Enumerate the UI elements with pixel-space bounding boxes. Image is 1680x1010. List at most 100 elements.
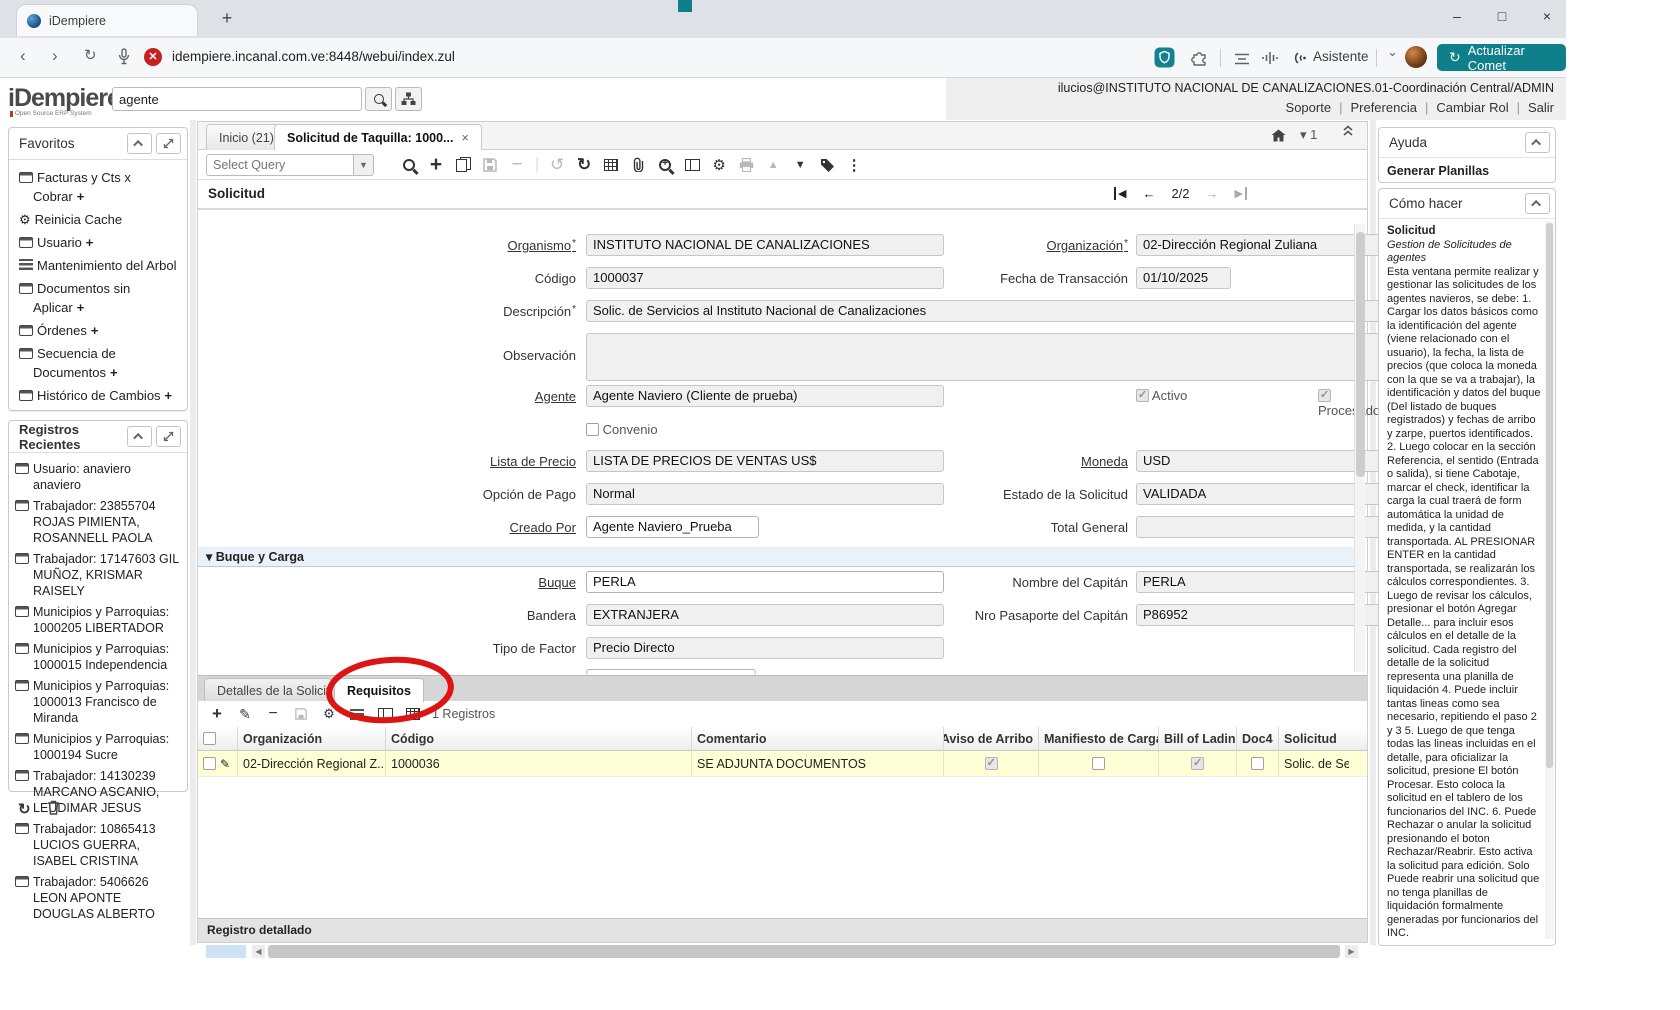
new-record-plus-icon[interactable]: + xyxy=(77,300,85,315)
help-scrollbar[interactable] xyxy=(1545,221,1554,939)
detail-edit-button[interactable]: ✎ xyxy=(236,706,254,723)
parent-record-button[interactable]: ▲ xyxy=(764,159,782,171)
column-header[interactable]: Comentario xyxy=(692,727,944,751)
window-minimize-button[interactable]: – xyxy=(1442,8,1472,24)
favorite-item[interactable]: Secuencia de Documentos+ xyxy=(17,342,183,384)
recent-collapse-button[interactable] xyxy=(127,426,152,447)
recent-record-item[interactable]: Trabajador: 17147603 GIL MUÑOZ, KRISMAR … xyxy=(15,549,183,602)
new-record-plus-icon[interactable]: + xyxy=(110,365,118,380)
column-header[interactable]: Organización xyxy=(238,727,386,751)
previous-record-button[interactable]: ← xyxy=(1142,186,1155,201)
global-search-input[interactable] xyxy=(112,87,362,111)
reload-button[interactable]: ↻ xyxy=(84,46,97,64)
horizontal-scrollbar[interactable]: ◀ ▶ xyxy=(206,945,1358,959)
organismo-label[interactable]: Organismo xyxy=(406,238,576,253)
site-security-error-icon[interactable]: ✕ xyxy=(144,48,162,66)
new-record-plus-icon[interactable]: + xyxy=(86,235,94,250)
refresh-button[interactable]: ↻ xyxy=(18,800,31,820)
chevron-down-icon[interactable]: ⌄ xyxy=(1387,44,1398,60)
registro-detallado-bar[interactable]: Registro detallado xyxy=(198,918,1367,942)
detail-delete-button[interactable]: − xyxy=(264,705,282,723)
search-button[interactable] xyxy=(365,87,392,111)
first-record-button[interactable]: ◀ xyxy=(1114,187,1126,200)
recent-record-item[interactable]: Municipios y Parroquias: 1000013 Francis… xyxy=(15,676,183,729)
agente-label[interactable]: Agente xyxy=(406,389,576,404)
grid-toggle-button[interactable] xyxy=(602,159,620,171)
query-dropdown-button[interactable]: ▼ xyxy=(354,154,374,176)
collapse-all-tabs-icon[interactable] xyxy=(1342,124,1354,139)
select-all-checkbox[interactable] xyxy=(203,732,216,745)
detail-process-button[interactable]: ⚙ xyxy=(320,706,338,722)
favorite-item[interactable]: Documentos sin Aplicar+ xyxy=(17,277,183,319)
privacy-shield-icon[interactable] xyxy=(1154,47,1175,73)
row-select-checkbox[interactable] xyxy=(203,757,216,770)
back-button[interactable]: ‹ xyxy=(20,46,26,66)
recent-record-item[interactable]: Municipios y Parroquias: 1000015 Indepen… xyxy=(15,639,183,676)
favorites-collapse-button[interactable] xyxy=(127,133,152,154)
column-header[interactable]: Doc4 xyxy=(1237,727,1279,751)
scrollbar-thumb[interactable] xyxy=(1356,232,1365,477)
detail-rows-button[interactable] xyxy=(348,709,366,720)
new-record-plus-icon[interactable]: + xyxy=(165,388,173,403)
buque-label[interactable]: Buque xyxy=(406,575,576,590)
update-comet-button[interactable]: ↻ Actualizar Comet xyxy=(1437,44,1566,71)
scroll-right-arrow[interactable]: ▶ xyxy=(1345,945,1358,958)
recent-record-item[interactable]: Trabajador: 23855704 ROJAS PIMIENTA, ROS… xyxy=(15,496,183,549)
detail-new-button[interactable]: + xyxy=(208,704,226,724)
creado-por-label[interactable]: Creado Por xyxy=(406,520,576,535)
requery-button[interactable]: ↻ xyxy=(575,155,593,175)
select-query-combobox[interactable] xyxy=(206,154,354,176)
last-record-button[interactable]: ▶ xyxy=(1235,187,1247,200)
close-icon[interactable]: × xyxy=(461,131,468,145)
zoom-across-button[interactable] xyxy=(656,159,674,171)
favorite-item[interactable]: Histórico de Cambios+ xyxy=(17,384,183,407)
codigo-field[interactable]: 1000037 xyxy=(586,267,944,289)
browser-tab[interactable]: iDempiere xyxy=(16,4,198,36)
bandera-field[interactable]: EXTRANJERA xyxy=(586,604,944,626)
url-text[interactable]: idempiere.incanal.com.ve:8448/webui/inde… xyxy=(172,49,455,64)
new-record-plus-icon[interactable]: + xyxy=(91,323,99,338)
agente-field[interactable]: Agente Naviero (Cliente de prueba) xyxy=(586,385,944,407)
fecha-field[interactable]: 01/10/2025 xyxy=(1136,267,1231,289)
column-header[interactable]: Manifiesto de Carga xyxy=(1039,727,1159,751)
column-header[interactable]: Código xyxy=(386,727,692,751)
table-row[interactable]: ✎ 02-Dirección Regional Z... 1000036 SE … xyxy=(198,751,1367,777)
ayuda-collapse-button[interactable] xyxy=(1525,132,1550,153)
favorite-item[interactable]: Usuario+ xyxy=(17,231,183,254)
lista-precio-field[interactable]: LISTA DE PRECIOS DE VENTAS US$ xyxy=(586,450,944,472)
detail-export-button[interactable] xyxy=(376,708,394,720)
favorite-item[interactable]: Órdenes+ xyxy=(17,319,183,342)
tab-solicitud-taquilla[interactable]: Solicitud de Taquilla: 1000... × xyxy=(274,124,482,150)
new-tab-button[interactable]: + xyxy=(215,8,239,29)
opcion-pago-field[interactable]: Normal xyxy=(586,483,944,505)
copy-record-button[interactable] xyxy=(454,157,472,172)
attachment-button[interactable] xyxy=(629,157,647,172)
recent-record-item[interactable]: Trabajador: 10865413 LUCIOS GUERRA, ISAB… xyxy=(15,819,183,872)
trash-button[interactable] xyxy=(47,800,60,820)
favorite-item[interactable]: ⚙Reinicia Cache xyxy=(17,208,183,231)
profile-avatar[interactable] xyxy=(1405,46,1427,68)
row-edit-pencil-icon[interactable]: ✎ xyxy=(220,757,230,771)
column-header[interactable]: Bill of Lading xyxy=(1159,727,1237,751)
label-button[interactable] xyxy=(818,158,836,172)
window-close-button[interactable]: × xyxy=(1532,8,1562,24)
undo-button[interactable]: ↺ xyxy=(548,155,566,175)
section-buque-carga[interactable]: ▾ Buque y Carga xyxy=(198,547,1355,567)
organismo-field[interactable]: INSTITUTO NACIONAL DE CANALIZACIONES xyxy=(586,234,944,256)
favorite-item[interactable]: Mantenimiento del Arbol xyxy=(17,254,183,277)
microphone-icon[interactable] xyxy=(116,48,132,71)
buque-field[interactable]: PERLA xyxy=(586,571,944,593)
link-salir[interactable]: Salir xyxy=(1528,100,1554,115)
link-preferencia[interactable]: Preferencia xyxy=(1350,100,1416,115)
collections-icon[interactable] xyxy=(1234,52,1250,70)
report-button[interactable] xyxy=(683,159,701,171)
save-button[interactable] xyxy=(481,158,499,172)
convenio-checkbox[interactable] xyxy=(586,423,599,436)
scroll-left-arrow[interactable]: ◀ xyxy=(252,945,265,958)
next-record-button[interactable]: → xyxy=(1206,186,1219,201)
favorites-expand-button[interactable] xyxy=(156,133,181,154)
waveform-icon[interactable] xyxy=(1262,51,1280,70)
column-header[interactable]: Aviso de Arribo xyxy=(944,727,1039,751)
form-vertical-scrollbar[interactable] xyxy=(1354,224,1365,672)
assistant-label[interactable]: Asistente xyxy=(1313,49,1369,64)
